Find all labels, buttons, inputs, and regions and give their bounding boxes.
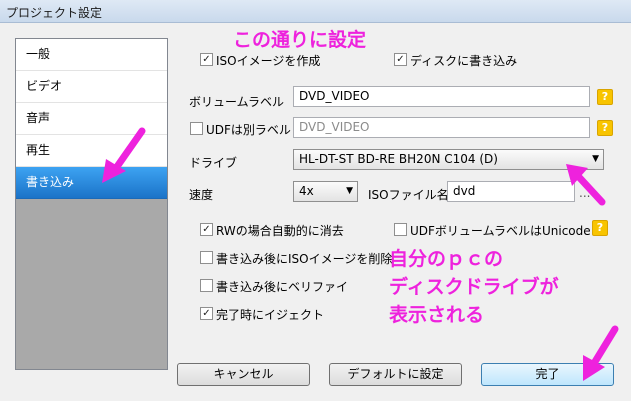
- annotation-drive-line3: 表示される: [389, 304, 485, 326]
- settings-nav: 一般 ビデオ 音声 再生 書き込み: [15, 38, 168, 370]
- create-iso-checkbox[interactable]: [200, 53, 213, 66]
- pointer-arrow-icon: [102, 127, 146, 183]
- cancel-button[interactable]: キャンセル: [177, 363, 310, 386]
- drive-caption: ドライブ: [189, 156, 238, 170]
- project-settings-dialog: 一般 ビデオ 音声 再生 書き込み ISOイメージを作成 ディスクに書き込み ボ…: [0, 23, 631, 401]
- drive-select-value: HL-DT-ST BD-RE BH20N C104 (D): [299, 152, 498, 166]
- verify-label: 書き込み後にベリファイ: [216, 280, 349, 294]
- udf-label-input[interactable]: DVD_VIDEO: [293, 117, 590, 138]
- udf-unicode-checkbox[interactable]: [394, 223, 407, 236]
- udf-unicode-label: UDFボリュームラベルはUnicode: [410, 224, 591, 238]
- rw-erase-checkbox[interactable]: [200, 223, 213, 236]
- nav-item-general[interactable]: 一般: [16, 39, 167, 71]
- iso-filename-input[interactable]: dvd: [447, 181, 575, 202]
- udf-label-help-icon[interactable]: ?: [597, 120, 613, 136]
- speed-select[interactable]: 4x ▼: [293, 181, 358, 202]
- udf-separate-label-caption: UDFは別ラベル: [206, 123, 291, 137]
- pointer-arrow-icon: [583, 325, 619, 381]
- udf-separate-label-checkbox[interactable]: [190, 122, 203, 135]
- speed-select-value: 4x: [299, 184, 314, 198]
- annotation-drive-line1: 自分のｐｃの: [389, 248, 504, 270]
- udf-unicode-help-icon[interactable]: ?: [592, 220, 608, 236]
- rw-erase-label: RWの場合自動的に消去: [216, 224, 344, 238]
- volume-label-help-icon[interactable]: ?: [597, 89, 613, 105]
- delete-iso-label: 書き込み後にISOイメージを削除: [216, 252, 393, 266]
- iso-filename-caption: ISOファイル名: [368, 188, 449, 202]
- window-title: プロジェクト設定: [6, 6, 103, 20]
- set-default-button[interactable]: デフォルトに設定: [329, 363, 462, 386]
- speed-caption: 速度: [189, 188, 214, 202]
- drive-select[interactable]: HL-DT-ST BD-RE BH20N C104 (D) ▼: [293, 149, 604, 170]
- create-iso-label: ISOイメージを作成: [216, 54, 321, 68]
- nav-item-video[interactable]: ビデオ: [16, 71, 167, 103]
- delete-iso-checkbox[interactable]: [200, 251, 213, 264]
- volume-label-input[interactable]: DVD_VIDEO: [293, 86, 590, 107]
- eject-checkbox[interactable]: [200, 307, 213, 320]
- annotation-drive-line2: ディスクドライブが: [389, 276, 559, 298]
- chevron-down-icon: ▼: [346, 186, 353, 196]
- write-disc-checkbox[interactable]: [394, 53, 407, 66]
- write-disc-label: ディスクに書き込み: [410, 54, 518, 68]
- eject-label: 完了時にイジェクト: [216, 308, 325, 322]
- verify-checkbox[interactable]: [200, 279, 213, 292]
- annotation-set-as-shown: この通りに設定: [233, 29, 367, 51]
- volume-label-caption: ボリュームラベル: [189, 95, 285, 109]
- pointer-arrow-icon: [566, 164, 606, 206]
- title-bar: プロジェクト設定: [0, 0, 631, 23]
